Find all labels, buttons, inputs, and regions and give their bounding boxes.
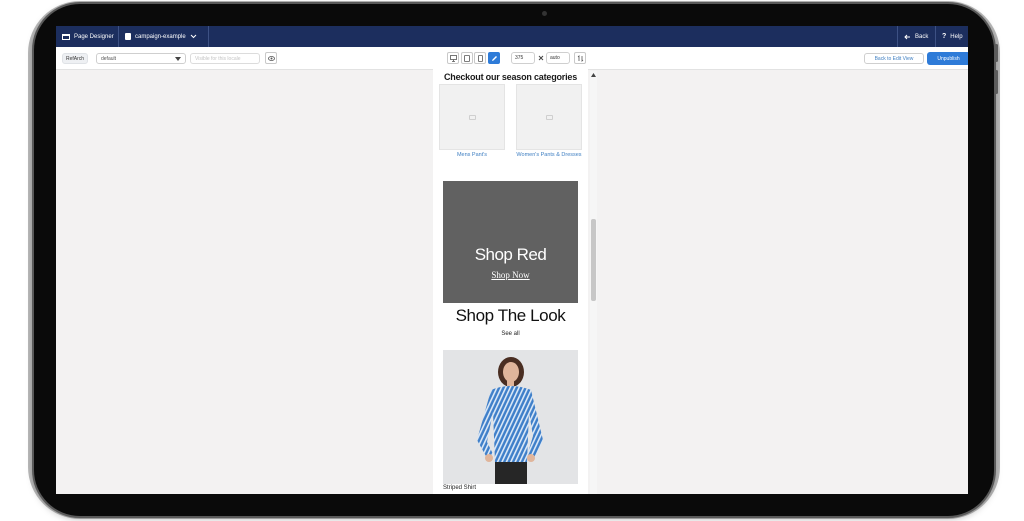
top-bar: Page Designer campaign-example Back ? He…	[56, 26, 968, 47]
preview-button[interactable]	[265, 52, 277, 64]
camera-dot	[542, 11, 547, 16]
categories-title: Checkout our season categories	[443, 72, 578, 82]
app-icon	[62, 33, 70, 40]
scroll-up-icon	[591, 73, 596, 77]
document-icon	[125, 33, 131, 40]
help-label: Help	[950, 33, 963, 40]
site-badge: RefArch	[62, 53, 88, 64]
category-link[interactable]: Mens Pant's	[439, 151, 505, 160]
category-link[interactable]: Women's Pants & Dresses	[516, 151, 582, 160]
height-input[interactable]: auto	[546, 52, 570, 64]
canvas-scrollbar[interactable]	[590, 71, 597, 494]
category-image[interactable]	[439, 84, 505, 150]
locale-value: default	[101, 55, 117, 62]
width-input[interactable]: 375	[511, 52, 535, 64]
image-placeholder-icon	[546, 115, 553, 120]
desktop-view-button[interactable]	[447, 52, 459, 64]
help-button[interactable]: ? Help	[936, 26, 968, 47]
shop-now-link[interactable]: Shop Now	[443, 270, 578, 280]
publish-visibility-placeholder: Visible for this locale	[195, 55, 241, 62]
desktop-icon	[449, 54, 457, 62]
promo-banner[interactable]: Shop Red Shop Now	[443, 181, 578, 303]
product-name[interactable]: Striped Shirt	[443, 485, 476, 491]
rotate-button[interactable]	[574, 52, 586, 64]
back-button[interactable]: Back	[898, 26, 934, 47]
image-placeholder-icon	[469, 115, 476, 120]
shop-the-look-title: Shop The Look	[455, 306, 566, 325]
back-to-edit-label: Back to Edit View	[874, 55, 914, 62]
see-all-link[interactable]: See all	[433, 331, 588, 337]
eye-icon	[267, 55, 275, 61]
preview-canvas[interactable]: Checkout our season categories Mens Pant…	[433, 69, 588, 494]
screen: Page Designer campaign-example Back ? He…	[56, 26, 968, 494]
unpublish-button[interactable]: Unpublish	[927, 52, 968, 65]
tablet-icon	[464, 54, 470, 62]
tablet-side-button	[995, 44, 998, 62]
height-value: auto	[550, 55, 560, 61]
app-title: Page Designer	[74, 33, 114, 40]
page-name: campaign-example	[135, 33, 186, 40]
site-badge-label: RefArch	[65, 55, 85, 62]
banner-title: Shop Red	[474, 245, 547, 264]
phone-icon	[477, 54, 483, 62]
arrow-left-icon	[904, 34, 910, 39]
publish-visibility-input[interactable]: Visible for this locale	[190, 53, 260, 64]
striped-shirt-model-image	[477, 357, 543, 484]
divider	[208, 26, 209, 47]
toolbar: RefArch default Visible for this locale …	[56, 47, 968, 70]
unpublish-label: Unpublish	[937, 55, 960, 62]
tablet-view-button[interactable]	[461, 52, 473, 64]
width-value: 375	[515, 55, 524, 61]
phone-view-button[interactable]	[474, 52, 486, 64]
locale-select[interactable]: default	[96, 53, 186, 64]
product-image[interactable]	[443, 350, 578, 484]
page-selector[interactable]: campaign-example	[119, 26, 203, 47]
close-icon	[538, 55, 544, 61]
chevron-down-icon	[190, 34, 197, 39]
back-label: Back	[915, 33, 929, 40]
chevron-down-icon	[175, 56, 181, 61]
custom-size-button[interactable]	[488, 52, 500, 64]
scroll-thumb[interactable]	[591, 219, 596, 301]
app-title-button[interactable]: Page Designer	[56, 26, 120, 47]
tablet-side-button	[995, 70, 998, 94]
back-to-edit-button[interactable]: Back to Edit View	[864, 53, 924, 64]
category-image[interactable]	[516, 84, 582, 150]
pencil-icon	[491, 55, 497, 61]
swap-icon	[577, 54, 583, 62]
help-icon: ?	[942, 33, 947, 40]
